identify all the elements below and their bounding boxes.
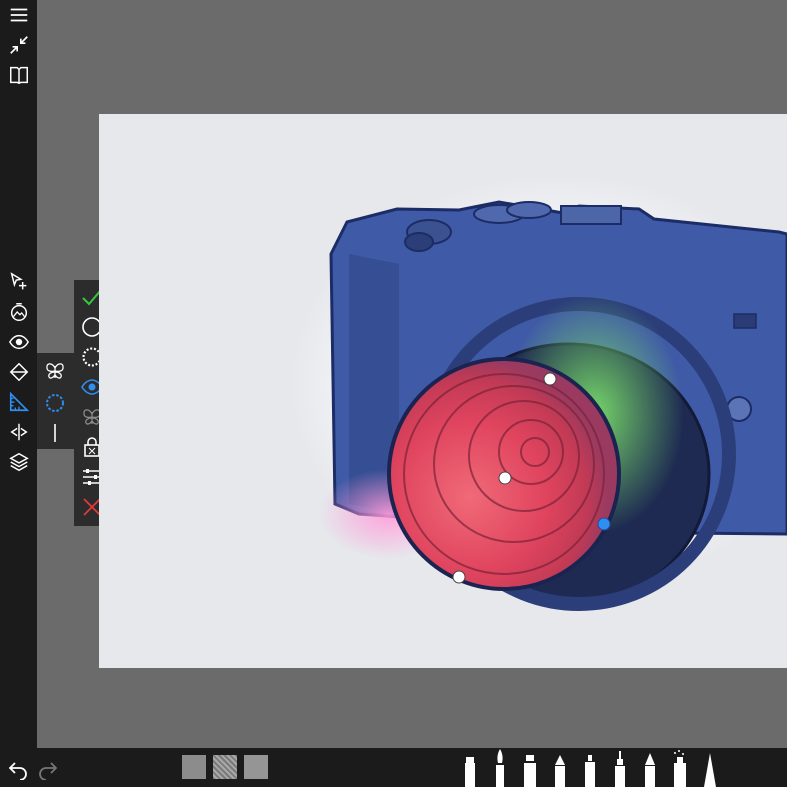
left-toolbar [0,0,37,748]
layers-icon[interactable] [0,448,37,476]
fountain-pen-icon[interactable] [637,748,663,787]
airbrush-icon[interactable] [517,748,543,787]
line-icon[interactable] [37,419,73,447]
drawing-canvas[interactable] [99,114,787,668]
guide-handle[interactable] [452,570,466,584]
guides-ruler-icon[interactable] [0,388,37,416]
guide-handle[interactable] [543,372,557,386]
texture-swatch[interactable] [244,755,268,779]
guide-center-handle[interactable] [498,471,512,485]
paintbrush-icon[interactable] [487,748,513,787]
perspective-icon[interactable] [0,358,37,386]
redo-icon[interactable] [36,756,60,781]
fill-icon[interactable] [0,298,37,326]
felt-pen-icon[interactable] [577,748,603,787]
visibility-eye-icon[interactable] [0,328,37,356]
guide-handle-active[interactable] [597,517,611,531]
menu-icon[interactable] [0,1,37,29]
selection-transform-icon[interactable] [0,268,37,296]
undo-icon[interactable] [6,756,30,781]
ink-pen-icon[interactable] [607,748,633,787]
marker-icon[interactable] [457,748,483,787]
spray-can-icon[interactable] [667,748,693,787]
symmetry-icon[interactable] [0,418,37,446]
symmetry-panel [37,353,74,449]
book-icon[interactable] [0,61,37,89]
radial-circle-icon[interactable] [37,389,73,417]
butterfly-icon[interactable] [37,357,73,385]
chalk-icon[interactable] [697,748,723,787]
pencil-icon[interactable] [547,748,573,787]
texture-swatch[interactable] [182,755,206,779]
brush-tray [455,748,730,787]
collapse-icon[interactable] [0,31,37,59]
camera-illustration [289,174,787,611]
texture-swatch[interactable] [213,755,237,779]
